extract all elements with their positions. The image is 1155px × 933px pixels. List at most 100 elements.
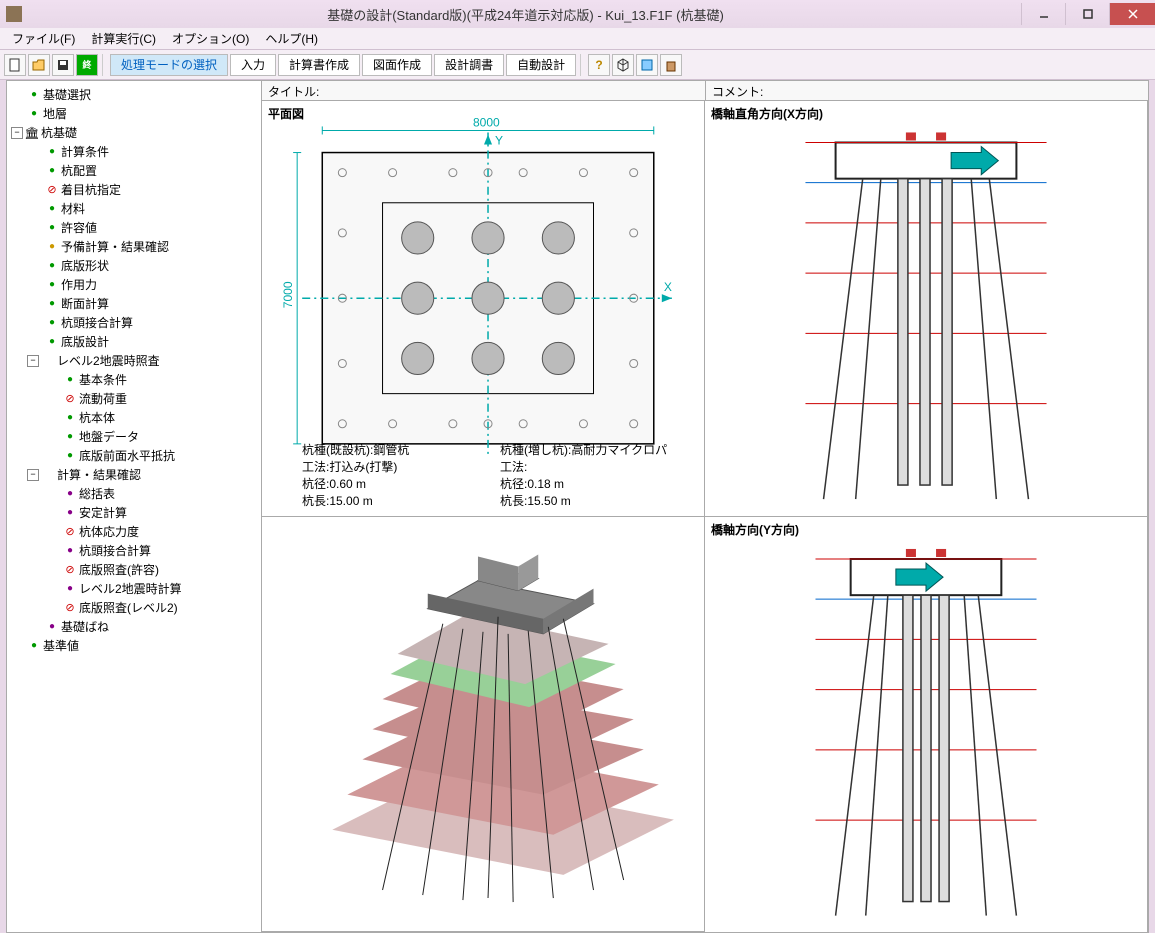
tree-node[interactable]: 地盤データ: [9, 427, 259, 446]
tree-node[interactable]: 基礎選択: [9, 85, 259, 104]
bullet-icon: [45, 316, 59, 330]
tree-node[interactable]: 作用力: [9, 275, 259, 294]
auto-button[interactable]: 自動設計: [506, 54, 576, 76]
3d-icon[interactable]: [612, 54, 634, 76]
title-field-label: タイトル:: [262, 81, 705, 101]
bullet-icon: [45, 202, 59, 216]
disabled-icon: [45, 183, 59, 197]
report-button[interactable]: 計算書作成: [278, 54, 360, 76]
tree-node[interactable]: 基本条件: [9, 370, 259, 389]
bullet-icon: [45, 259, 59, 273]
tree-node[interactable]: 安定計算: [9, 503, 259, 522]
toolbar: 終 処理モードの選択 入力 計算書作成 図面作成 設計調書 自動設計 ?: [0, 50, 1155, 80]
menu-option[interactable]: オプション(O): [164, 28, 257, 49]
iso-3d-panel[interactable]: [262, 517, 705, 933]
tree-node[interactable]: 地層: [9, 104, 259, 123]
app-icon: [6, 6, 22, 22]
tree-node[interactable]: 基礎ばね: [9, 617, 259, 636]
tree-node[interactable]: 予備計算・結果確認: [9, 237, 259, 256]
bullet-icon: [63, 582, 77, 596]
tree-node[interactable]: 着目杭指定: [9, 180, 259, 199]
close-button[interactable]: [1109, 3, 1155, 25]
building-icon[interactable]: [660, 54, 682, 76]
plan-info: 杭種(既設杭):鋼管杭 工法:打込み(打撃) 杭径:0.60 m 杭長:15.0…: [302, 442, 698, 509]
help-icon[interactable]: ?: [588, 54, 610, 76]
side-y-title: 橋軸方向(Y方向): [711, 521, 799, 538]
plan-title: 平面図: [268, 105, 304, 122]
tree-node[interactable]: 底版設計: [9, 332, 259, 351]
info-line: 工法:: [500, 459, 698, 476]
tree-node[interactable]: 杭頭接合計算: [9, 313, 259, 332]
tree-node[interactable]: 計算条件: [9, 142, 259, 161]
side-y-panel[interactable]: 橋軸方向(Y方向): [705, 517, 1148, 933]
collapse-icon[interactable]: −: [27, 355, 39, 367]
tree-node[interactable]: 底版前面水平抵抗: [9, 446, 259, 465]
svg-text:7000: 7000: [281, 281, 295, 308]
maximize-button[interactable]: [1065, 3, 1109, 25]
tree-node[interactable]: −🏛杭基礎: [9, 123, 259, 142]
design-check-button[interactable]: 設計調書: [434, 54, 504, 76]
drawing-button[interactable]: 図面作成: [362, 54, 432, 76]
title-bar: 基礎の設計(Standard版)(平成24年道示対応版) - Kui_13.F1…: [0, 0, 1155, 28]
info-line: 工法:打込み(打撃): [302, 459, 500, 476]
tree-node[interactable]: 断面計算: [9, 294, 259, 313]
bullet-icon: [63, 411, 77, 425]
disabled-icon: [63, 563, 77, 577]
tree-node[interactable]: 流動荷重: [9, 389, 259, 408]
folder-icon: 🏛: [25, 126, 39, 140]
save-button[interactable]: [52, 54, 74, 76]
bullet-icon: [63, 544, 77, 558]
collapse-icon[interactable]: −: [27, 469, 39, 481]
bullet-icon: [63, 373, 77, 387]
bullet-icon: [45, 278, 59, 292]
bullet-icon: [27, 88, 41, 102]
side-x-panel[interactable]: 橋軸直角方向(X方向): [705, 101, 1148, 517]
tree-node[interactable]: 底版形状: [9, 256, 259, 275]
collapse-icon[interactable]: −: [11, 127, 23, 139]
tree-view[interactable]: 基礎選択 地層 −🏛杭基礎 計算条件 杭配置 着目杭指定 材料 許容値 予備計算…: [7, 81, 262, 932]
calc-icon[interactable]: [636, 54, 658, 76]
bullet-icon: [41, 354, 55, 368]
tree-node[interactable]: 材料: [9, 199, 259, 218]
svg-text:8000: 8000: [473, 115, 500, 129]
minimize-button[interactable]: [1021, 3, 1065, 25]
plan-view-panel[interactable]: 平面図 Y X: [262, 101, 705, 517]
disabled-icon: [63, 601, 77, 615]
menu-file[interactable]: ファイル(F): [4, 28, 83, 49]
menu-calc[interactable]: 計算実行(C): [83, 28, 164, 49]
tree-node[interactable]: 杭配置: [9, 161, 259, 180]
disabled-icon: [63, 392, 77, 406]
input-button[interactable]: 入力: [230, 54, 276, 76]
info-line: 杭長:15.50 m: [500, 493, 698, 510]
new-button[interactable]: [4, 54, 26, 76]
svg-text:Y: Y: [495, 134, 503, 148]
mode-select-button[interactable]: 処理モードの選択: [110, 54, 228, 76]
bullet-icon: [27, 107, 41, 121]
tree-node[interactable]: 許容値: [9, 218, 259, 237]
menu-help[interactable]: ヘルプ(H): [257, 28, 326, 49]
info-line: 杭長:15.00 m: [302, 493, 500, 510]
tree-node[interactable]: −レベル2地震時照査: [9, 351, 259, 370]
bullet-icon: [41, 468, 55, 482]
bullet-icon: [63, 487, 77, 501]
comment-field-label: コメント:: [705, 81, 1148, 101]
bullet-icon: [63, 449, 77, 463]
tree-node[interactable]: 底版照査(許容): [9, 560, 259, 579]
info-line: 杭径:0.60 m: [302, 476, 500, 493]
tree-node[interactable]: 杭体応力度: [9, 522, 259, 541]
bullet-icon: [63, 430, 77, 444]
tree-node[interactable]: 杭頭接合計算: [9, 541, 259, 560]
tree-node[interactable]: レベル2地震時計算: [9, 579, 259, 598]
bullet-icon: [45, 620, 59, 634]
tree-node[interactable]: 総括表: [9, 484, 259, 503]
window-title: 基礎の設計(Standard版)(平成24年道示対応版) - Kui_13.F1…: [30, 5, 1021, 24]
tree-node[interactable]: 杭本体: [9, 408, 259, 427]
tree-node[interactable]: 底版照査(レベル2): [9, 598, 259, 617]
svg-text:X: X: [664, 280, 672, 294]
exit-button[interactable]: 終: [76, 54, 98, 76]
iso-drawing: [262, 517, 704, 932]
open-button[interactable]: [28, 54, 50, 76]
tree-node[interactable]: −計算・結果確認: [9, 465, 259, 484]
tree-node[interactable]: 基準値: [9, 636, 259, 655]
info-line: 杭種(増し杭):高耐力マイクロパ: [500, 442, 698, 459]
